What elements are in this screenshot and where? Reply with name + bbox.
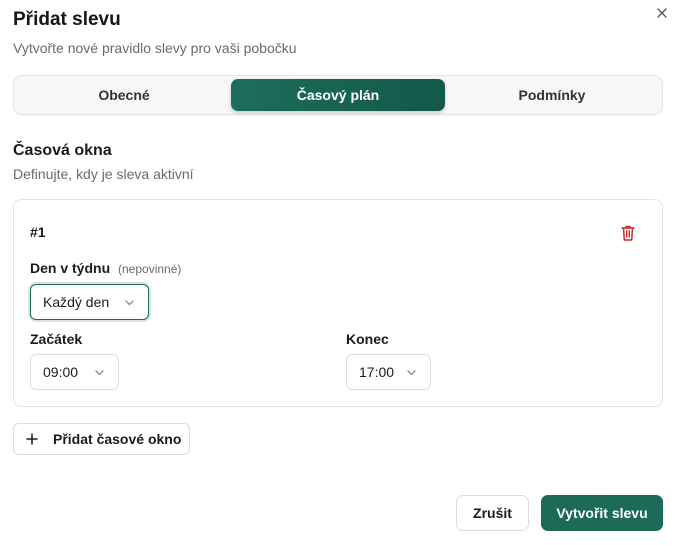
start-time-value: 09:00 [43, 364, 79, 380]
end-time-value: 17:00 [359, 364, 395, 380]
chevron-down-icon [407, 370, 416, 376]
tab-bar: Obecné Časový plán Podmínky [13, 75, 663, 115]
close-icon [657, 8, 667, 18]
day-of-week-select[interactable]: Každý den [30, 284, 149, 320]
dialog-subtitle: Vytvořte nové pravidlo slevy pro vaši po… [13, 40, 297, 56]
add-discount-dialog: Přidat slevu Vytvořte nové pravidlo slev… [0, 0, 685, 545]
add-time-window-button[interactable]: Přidat časové okno [13, 423, 190, 455]
end-label: Konec [346, 331, 389, 347]
dialog-title: Přidat slevu [13, 9, 121, 30]
time-window-card: #1 Den v týdnu (nepovinné) Každý den Zač… [13, 199, 663, 407]
tab-conditions[interactable]: Podmínky [445, 79, 659, 111]
tab-schedule[interactable]: Časový plán [231, 79, 445, 111]
section-subtitle: Definujte, kdy je sleva aktivní [13, 166, 194, 182]
trash-icon[interactable] [620, 224, 636, 242]
end-time-select[interactable]: 17:00 [346, 354, 431, 390]
day-of-week-value: Každý den [43, 294, 110, 310]
section-title: Časová okna [13, 142, 112, 159]
chevron-down-icon [125, 300, 134, 306]
create-discount-button[interactable]: Vytvořit slevu [541, 495, 663, 531]
day-of-week-label: Den v týdnu [30, 260, 111, 276]
start-label: Začátek [30, 331, 83, 347]
plus-icon [26, 433, 38, 445]
close-button[interactable] [653, 4, 671, 22]
chevron-down-icon [95, 370, 104, 376]
tab-general[interactable]: Obecné [17, 79, 231, 111]
add-time-window-label: Přidat časové okno [53, 431, 182, 447]
optional-hint: (nepovinné) [118, 262, 182, 276]
start-time-select[interactable]: 09:00 [30, 354, 119, 390]
cancel-button[interactable]: Zrušit [456, 495, 529, 531]
time-window-number: #1 [30, 224, 46, 240]
